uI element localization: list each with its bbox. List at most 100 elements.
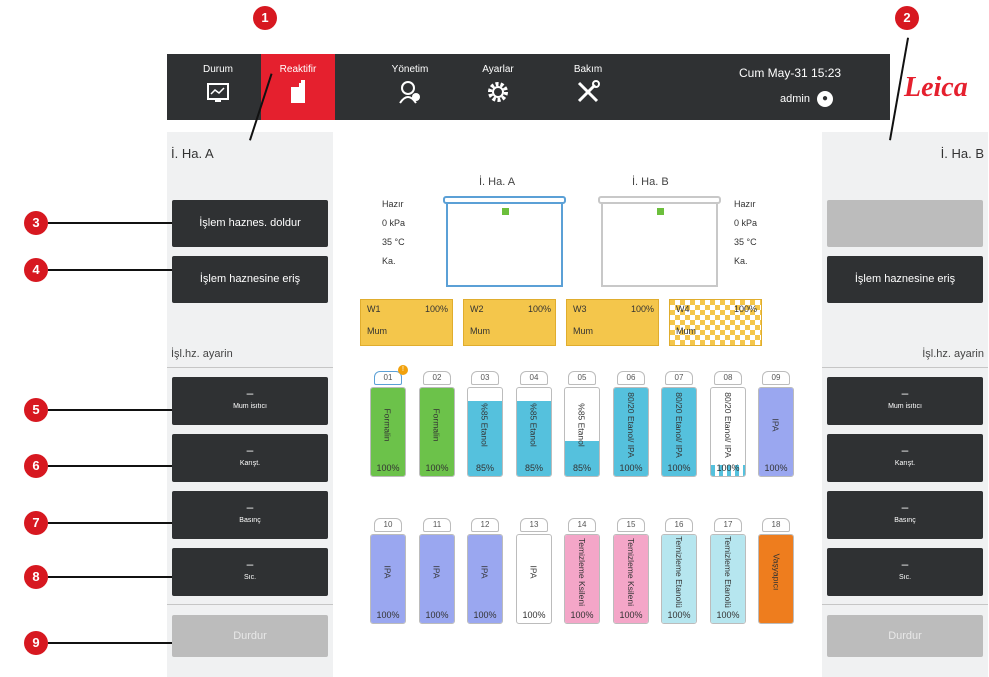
tab-status-label: Durum <box>202 64 233 75</box>
callout-5-line <box>48 409 172 411</box>
wax-bath-id: W1 <box>367 304 381 314</box>
tab-reagents[interactable]: Reaktifir <box>261 54 335 120</box>
callout-9-line <box>48 642 172 644</box>
wax-heater-button[interactable]: – Mum isıtıcı <box>172 377 328 425</box>
reagent-bottle[interactable]: 80/20 Etanol/ IPA 100% <box>710 387 746 477</box>
user-info[interactable]: admin ● <box>780 91 834 107</box>
temperature-label: Sıc. <box>898 574 912 581</box>
bottle-reagent-name: IPA <box>371 541 405 603</box>
wax-bath[interactable]: W3 100% Mum <box>566 299 659 346</box>
fill-retort-button[interactable] <box>827 200 983 247</box>
stirrer-button[interactable]: – Karışt. <box>827 434 983 482</box>
bottle-percent: 100% <box>522 610 546 620</box>
reagent-bottle[interactable]: Temizleme Etanolü 100% <box>661 534 697 624</box>
reagent-bottle[interactable]: Formalin 100% <box>370 387 406 477</box>
wax-heater-button[interactable]: – Mum isıtıcı <box>827 377 983 425</box>
stirrer-button[interactable]: – Karışt. <box>172 434 328 482</box>
bottle-reagent-name: Temizleme Etanolü <box>711 536 745 608</box>
wax-bath-name: Mum <box>470 326 490 336</box>
wax-bath-name: Mum <box>367 326 387 336</box>
callout-3-line <box>48 222 172 224</box>
bottle-percent: 100% <box>376 610 400 620</box>
bottle-reagent-name: Formalin <box>420 394 454 456</box>
bottle-cap: 07 <box>665 371 693 385</box>
reagent-bottle[interactable]: IPA 100% <box>419 534 455 624</box>
reagent-bottle[interactable]: 80/20 Etanol/ IPA 100% <box>661 387 697 477</box>
access-retort-button[interactable]: İşlem haznesine eriş <box>172 256 328 303</box>
bottle-percent: 100% <box>619 610 643 620</box>
datetime: Cum May-31 15:23 <box>739 66 842 80</box>
status-icon <box>207 83 229 102</box>
wax-heater-value: – <box>246 386 254 400</box>
bottle-reagent-name: Temizleme Etanolü <box>662 536 696 608</box>
temperature-button[interactable]: – Sıc. <box>827 548 983 596</box>
panel-title: İ. Ha. B <box>940 146 984 161</box>
pressure-label: Basınç <box>894 517 916 524</box>
bottle-cap: 05 <box>568 371 596 385</box>
retort-b[interactable] <box>598 196 721 287</box>
wax-bath[interactable]: W4 100% Mum <box>669 299 762 346</box>
reagent-bottle[interactable]: IPA 100% <box>758 387 794 477</box>
tab-maintenance-label: Bakım <box>573 64 603 75</box>
retort-b-status: Hazır 0 kPa 35 °C Ka. <box>734 195 757 271</box>
bottle-reagent-name-text: %85 Etanol <box>577 403 588 447</box>
retort-a-status: Hazır 0 kPa 35 °C Ka. <box>382 195 405 271</box>
bottle-reagent-name: 80/20 Etanol/ IPA <box>662 392 696 458</box>
reagent-bottle[interactable]: %85 Etanol 85% <box>516 387 552 477</box>
tools-icon <box>577 80 600 103</box>
tab-settings[interactable]: Ayarlar <box>461 54 535 120</box>
bottle-reagent-name-text: 80/20 Etanol/ IPA <box>626 392 636 458</box>
bottle-cap: 03 <box>471 371 499 385</box>
reagent-bottle[interactable]: Temizleme Ksileni 100% <box>613 534 649 624</box>
fill-retort-button[interactable]: İşlem haznes. doldur <box>172 200 328 247</box>
warning-icon: ! <box>398 365 408 375</box>
bottle-reagent-name-text: IPA <box>382 565 393 579</box>
wax-bath-name: Mum <box>573 326 593 336</box>
screen: Durum Reaktifir Yönetim Ayarlar Bakım Cu… <box>0 0 989 677</box>
reagent-bottle[interactable]: Temizleme Ksileni 100% <box>564 534 600 624</box>
pressure-button[interactable]: – Basınç <box>827 491 983 539</box>
leica-logo: Leica <box>904 72 968 103</box>
reagent-bottle[interactable]: IPA 100% <box>370 534 406 624</box>
reagent-bottle[interactable]: IPA 100% <box>516 534 552 624</box>
tab-admin-label: Yönetim <box>391 64 429 75</box>
stop-button[interactable]: Durdur <box>172 615 328 657</box>
bottle-reagent-name: IPA <box>468 541 502 603</box>
tab-admin[interactable]: Yönetim <box>373 54 447 120</box>
divider <box>167 367 333 368</box>
callout-4-line <box>48 269 172 271</box>
retort-a-lid: Ka. <box>382 256 396 266</box>
wax-bath[interactable]: W2 100% Mum <box>463 299 556 346</box>
retort-a[interactable] <box>443 196 566 287</box>
reagent-bottle[interactable]: Vaşyapıcı <box>758 534 794 624</box>
bottle-cap: 04 <box>520 371 548 385</box>
bottle-cap: 15 <box>617 518 645 532</box>
stirrer-value: – <box>901 443 909 457</box>
divider <box>822 367 988 368</box>
retort-b-indicator <box>657 208 664 215</box>
reagent-bottle[interactable]: %85 Etanol 85% <box>467 387 503 477</box>
stirrer-label: Karışt. <box>894 460 916 467</box>
tab-maintenance[interactable]: Bakım <box>551 54 625 120</box>
bottle-percent: 85% <box>572 463 591 473</box>
wax-bath[interactable]: W1 100% Mum <box>360 299 453 346</box>
bottle-reagent-name: IPA <box>420 541 454 603</box>
temperature-button[interactable]: – Sıc. <box>172 548 328 596</box>
reagent-bottle[interactable]: %85 Etanol 85% <box>564 387 600 477</box>
access-retort-button[interactable]: İşlem haznesine eriş <box>827 256 983 303</box>
retort-b-panel: İ. Ha. B İşlem haznesine eriş İşl.hz. ay… <box>822 132 988 677</box>
tab-status[interactable]: Durum <box>181 54 255 120</box>
reagent-bottle[interactable]: IPA 100% <box>467 534 503 624</box>
reagent-bottle[interactable]: Formalin 100% <box>419 387 455 477</box>
pressure-value: – <box>246 500 254 514</box>
stop-button[interactable]: Durdur <box>827 615 983 657</box>
bottle-reagent-name-text: IPA <box>431 565 442 579</box>
bottle-percent: 100% <box>716 463 740 473</box>
bottle-reagent-name: IPA <box>759 394 793 456</box>
reagent-bottle[interactable]: 80/20 Etanol/ IPA 100% <box>613 387 649 477</box>
pressure-button[interactable]: – Basınç <box>172 491 328 539</box>
reagent-bottle[interactable]: Temizleme Etanolü 100% <box>710 534 746 624</box>
callout-4: 4 <box>24 258 48 282</box>
bottle-percent: 100% <box>473 610 497 620</box>
bottle-reagent-name: Temizleme Ksileni <box>614 538 648 606</box>
